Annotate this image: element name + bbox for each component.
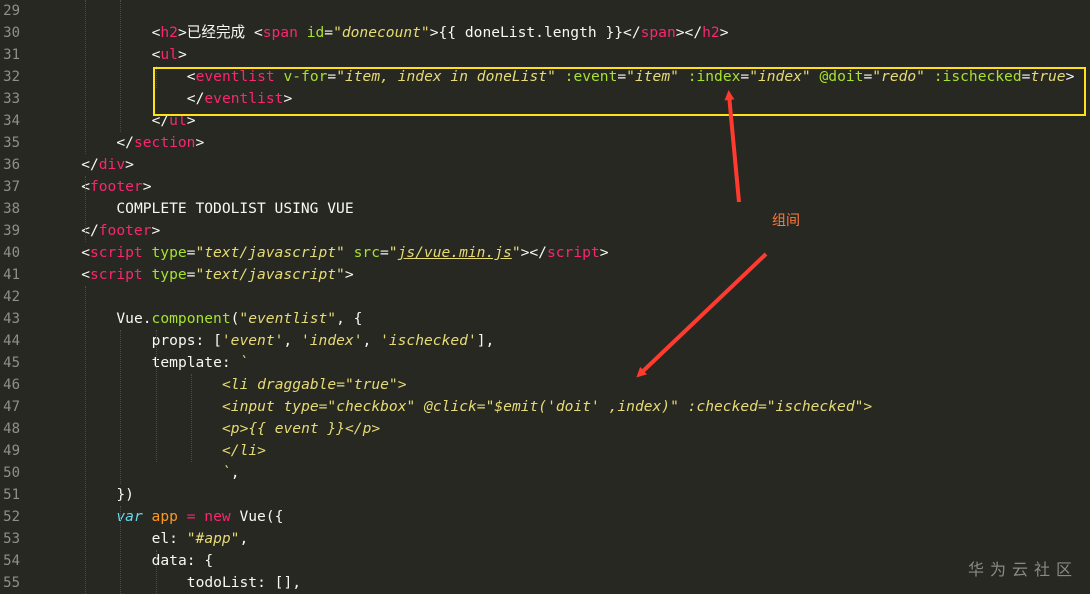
annotation-label: 组间: [772, 213, 800, 229]
annotation-arrows: [636, 90, 768, 378]
watermark: 华为云社区: [967, 560, 1078, 579]
arrow-down-left: [636, 252, 768, 378]
arrow-up: [724, 90, 741, 203]
